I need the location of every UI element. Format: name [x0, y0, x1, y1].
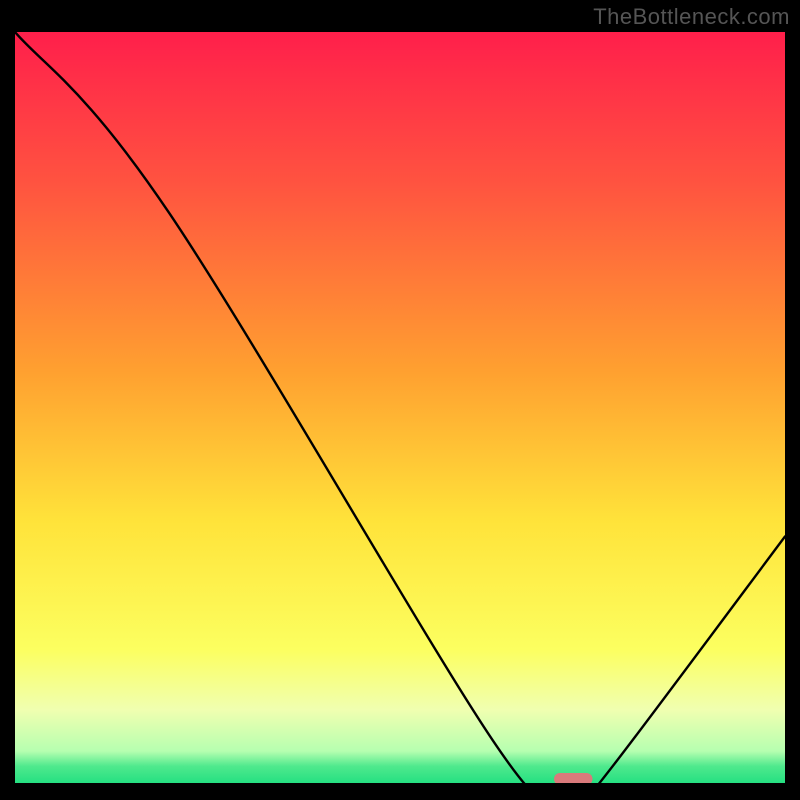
bottleneck-chart — [15, 32, 785, 785]
chart-background — [15, 32, 785, 785]
chart-frame: TheBottleneck.com — [0, 0, 800, 800]
watermark-text: TheBottleneck.com — [593, 4, 790, 30]
plot-area — [15, 32, 785, 785]
